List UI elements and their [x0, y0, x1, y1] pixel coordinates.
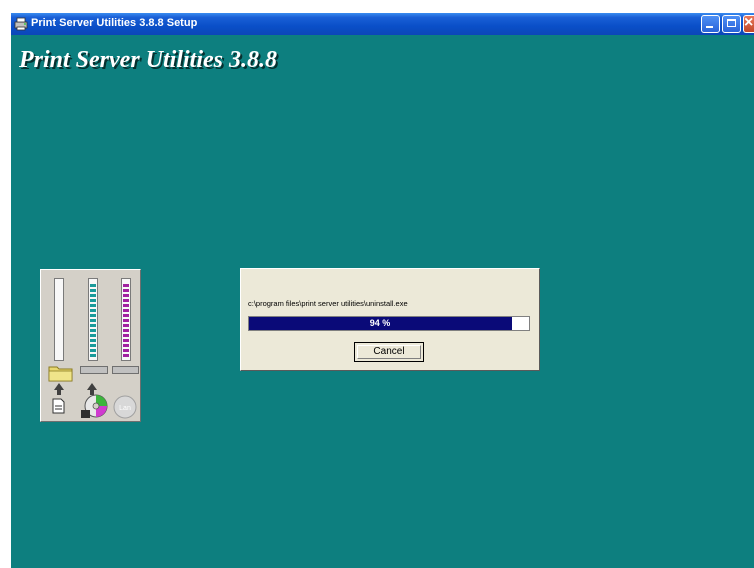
lan-label: Lan	[119, 405, 131, 412]
gauge-1	[54, 278, 64, 361]
slot-3	[112, 366, 139, 374]
gauge-2	[88, 278, 98, 361]
close-button[interactable]	[743, 14, 754, 33]
status-widget: Lan	[40, 269, 141, 422]
window-title: Print Server Utilities 3.8.8 Setup	[31, 17, 198, 29]
title-bar[interactable]: Print Server Utilities 3.8.8 Setup	[11, 13, 754, 35]
cd-disk-icon	[81, 394, 108, 418]
arrow-up-icon	[54, 383, 64, 395]
progress-bar: 94 %	[248, 316, 530, 331]
setup-window: Print Server Utilities 3.8.8 Setup Print…	[11, 13, 754, 568]
document-icon	[52, 398, 65, 414]
progress-percent: 94 %	[369, 318, 391, 328]
progress-dialog: c:\program files\print server utilities\…	[240, 268, 540, 371]
cancel-button[interactable]: Cancel	[354, 342, 424, 362]
maximize-button[interactable]	[722, 15, 741, 33]
minimize-button[interactable]	[701, 15, 720, 33]
product-banner: Print Server Utilities 3.8.8	[19, 47, 277, 73]
lan-icon: Lan	[113, 395, 137, 419]
slot-2	[80, 366, 108, 374]
current-file-path: c:\program files\print server utilities\…	[248, 299, 408, 308]
arrow-up-icon	[87, 383, 97, 395]
folder-icon	[48, 366, 73, 382]
setup-app-icon	[14, 17, 28, 31]
gauge-3	[121, 278, 131, 361]
